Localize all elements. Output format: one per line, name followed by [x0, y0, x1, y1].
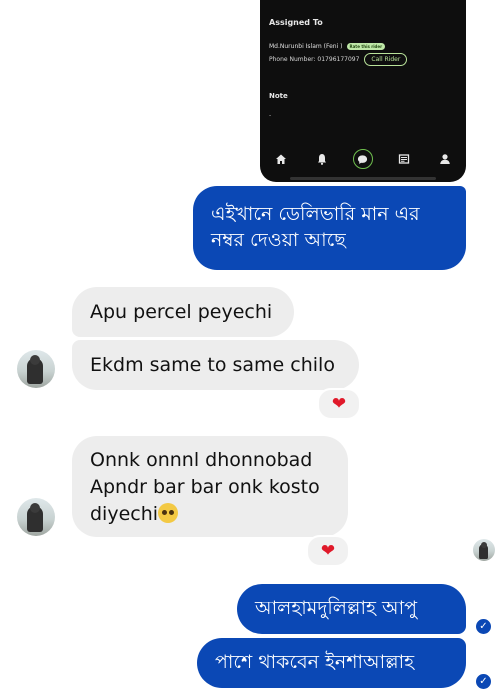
- chat-icon: [352, 149, 373, 169]
- app-bottom-nav: [260, 146, 466, 172]
- phone-number: Phone Number: 01796177097: [269, 56, 360, 63]
- seen-avatar: [473, 539, 495, 561]
- home-indicator: [290, 177, 436, 180]
- receipt-icon: [393, 148, 415, 170]
- outgoing-message[interactable]: আলহামদুলিল্লাহ আপু: [237, 584, 466, 634]
- incoming-message[interactable]: Ekdm same to same chilo: [72, 340, 359, 390]
- message-line: Onnk onnnl dhonnobad: [90, 449, 313, 471]
- rider-info: Md.Nurunbi Islam (Feni ) Rate this rider: [269, 43, 386, 50]
- incoming-message[interactable]: Apu percel peyechi: [72, 287, 294, 337]
- delivered-check-icon: ✓: [476, 619, 491, 634]
- shared-screenshot-image[interactable]: Assigned To Md.Nurunbi Islam (Feni ) Rat…: [260, 0, 466, 182]
- home-icon: [270, 148, 292, 170]
- phone-info: Phone Number: 01796177097 Call Rider: [269, 53, 408, 66]
- contact-avatar[interactable]: [17, 350, 55, 388]
- message-line: diyechi: [90, 503, 159, 525]
- note-value: -: [269, 112, 272, 119]
- heart-reaction-icon[interactable]: ❤: [306, 535, 350, 567]
- assigned-to-label: Assigned To: [269, 18, 323, 27]
- rider-name: Md.Nurunbi Islam (Feni ): [269, 43, 343, 50]
- outgoing-message[interactable]: পাশে থাকবেন ইনশাআল্লাহ: [197, 638, 466, 688]
- note-label: Note: [269, 92, 288, 100]
- call-rider-button: Call Rider: [364, 53, 408, 66]
- delivered-check-icon: ✓: [476, 674, 491, 689]
- outgoing-message[interactable]: এইখানে ডেলিভারি মান এর নম্বর দেওয়া আছে: [193, 186, 466, 270]
- pleading-face-emoji-icon: [158, 503, 179, 523]
- message-line: Apndr bar bar onk kosto: [90, 476, 320, 498]
- profile-icon: [434, 148, 456, 170]
- heart-reaction-icon[interactable]: ❤: [317, 388, 361, 420]
- incoming-message[interactable]: Onnk onnnl dhonnobad Apndr bar bar onk k…: [72, 436, 348, 537]
- bell-icon: [311, 148, 333, 170]
- contact-avatar[interactable]: [17, 498, 55, 536]
- rate-rider-badge: Rate this rider: [346, 43, 386, 50]
